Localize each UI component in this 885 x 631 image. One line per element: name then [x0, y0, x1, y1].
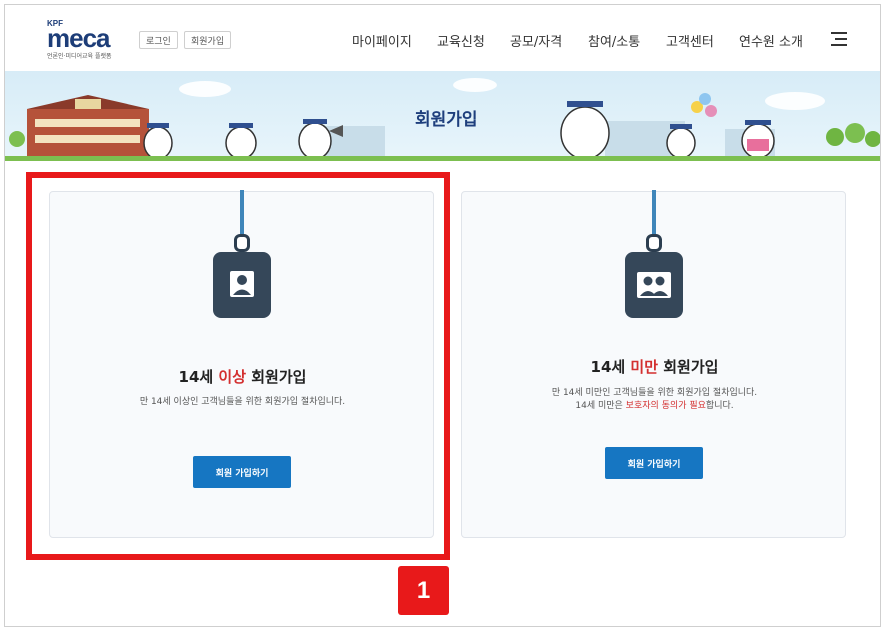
minor-signup-title: 14세 미만 회원가입 — [462, 356, 847, 377]
nav-item-about[interactable]: 연수원 소개 — [739, 31, 803, 50]
line2-prefix: 14세 미만은 — [575, 401, 626, 411]
minor-signup-card: 14세 미만 회원가입 만 14세 미만인 고객님들을 위한 회원가입 절차입니… — [461, 190, 847, 538]
page-title: 회원가입 — [415, 110, 478, 130]
login-button[interactable]: 로그인 — [139, 31, 178, 49]
guardian-consent-highlight: 보호자의 동의가 필요 — [625, 401, 706, 411]
nav-item-mypage[interactable]: 마이페이지 — [352, 31, 412, 50]
logo-name: meca — [47, 23, 110, 53]
description-line-1: 만 14세 미만인 고객님들을 위한 회원가입 절차입니다. — [551, 388, 758, 398]
nav-item-contest[interactable]: 공모/자격 — [510, 31, 562, 50]
title-suffix: 회원가입 — [658, 358, 719, 376]
nav-item-community[interactable]: 참여/소통 — [588, 31, 640, 50]
meca-logo[interactable]: KPF meca 언론인·미디어교육 플랫폼 — [47, 19, 127, 60]
signup-button[interactable]: 회원가입 — [184, 31, 232, 49]
group-badge-icon — [625, 252, 683, 318]
nav-item-support[interactable]: 고객센터 — [666, 31, 714, 50]
hamburger-icon[interactable] — [831, 32, 847, 46]
description-line-2: 14세 미만은 보호자의 동의가 필요합니다. — [462, 400, 847, 413]
page-banner: 회원가입 — [5, 71, 880, 161]
banner-ground — [5, 156, 880, 161]
title-highlight: 미만 — [630, 358, 659, 376]
step-number-badge: 1 — [398, 566, 449, 615]
nav-item-education[interactable]: 교육신청 — [437, 31, 485, 50]
minor-join-button[interactable]: 회원 가입하기 — [605, 447, 703, 479]
badge-clip — [646, 234, 662, 252]
line2-suffix: 합니다. — [705, 401, 734, 411]
logo-tagline: 언론인·미디어교육 플랫폼 — [47, 53, 112, 60]
minor-signup-description: 만 14세 미만인 고객님들을 위한 회원가입 절차입니다. 14세 미만은 보… — [462, 387, 847, 413]
site-header: KPF meca 언론인·미디어교육 플랫폼 로그인 회원가입 마이페이지 교육… — [5, 5, 880, 71]
title-prefix: 14세 — [590, 358, 631, 376]
lanyard-strap — [652, 190, 656, 234]
step-highlight-box — [26, 172, 450, 560]
